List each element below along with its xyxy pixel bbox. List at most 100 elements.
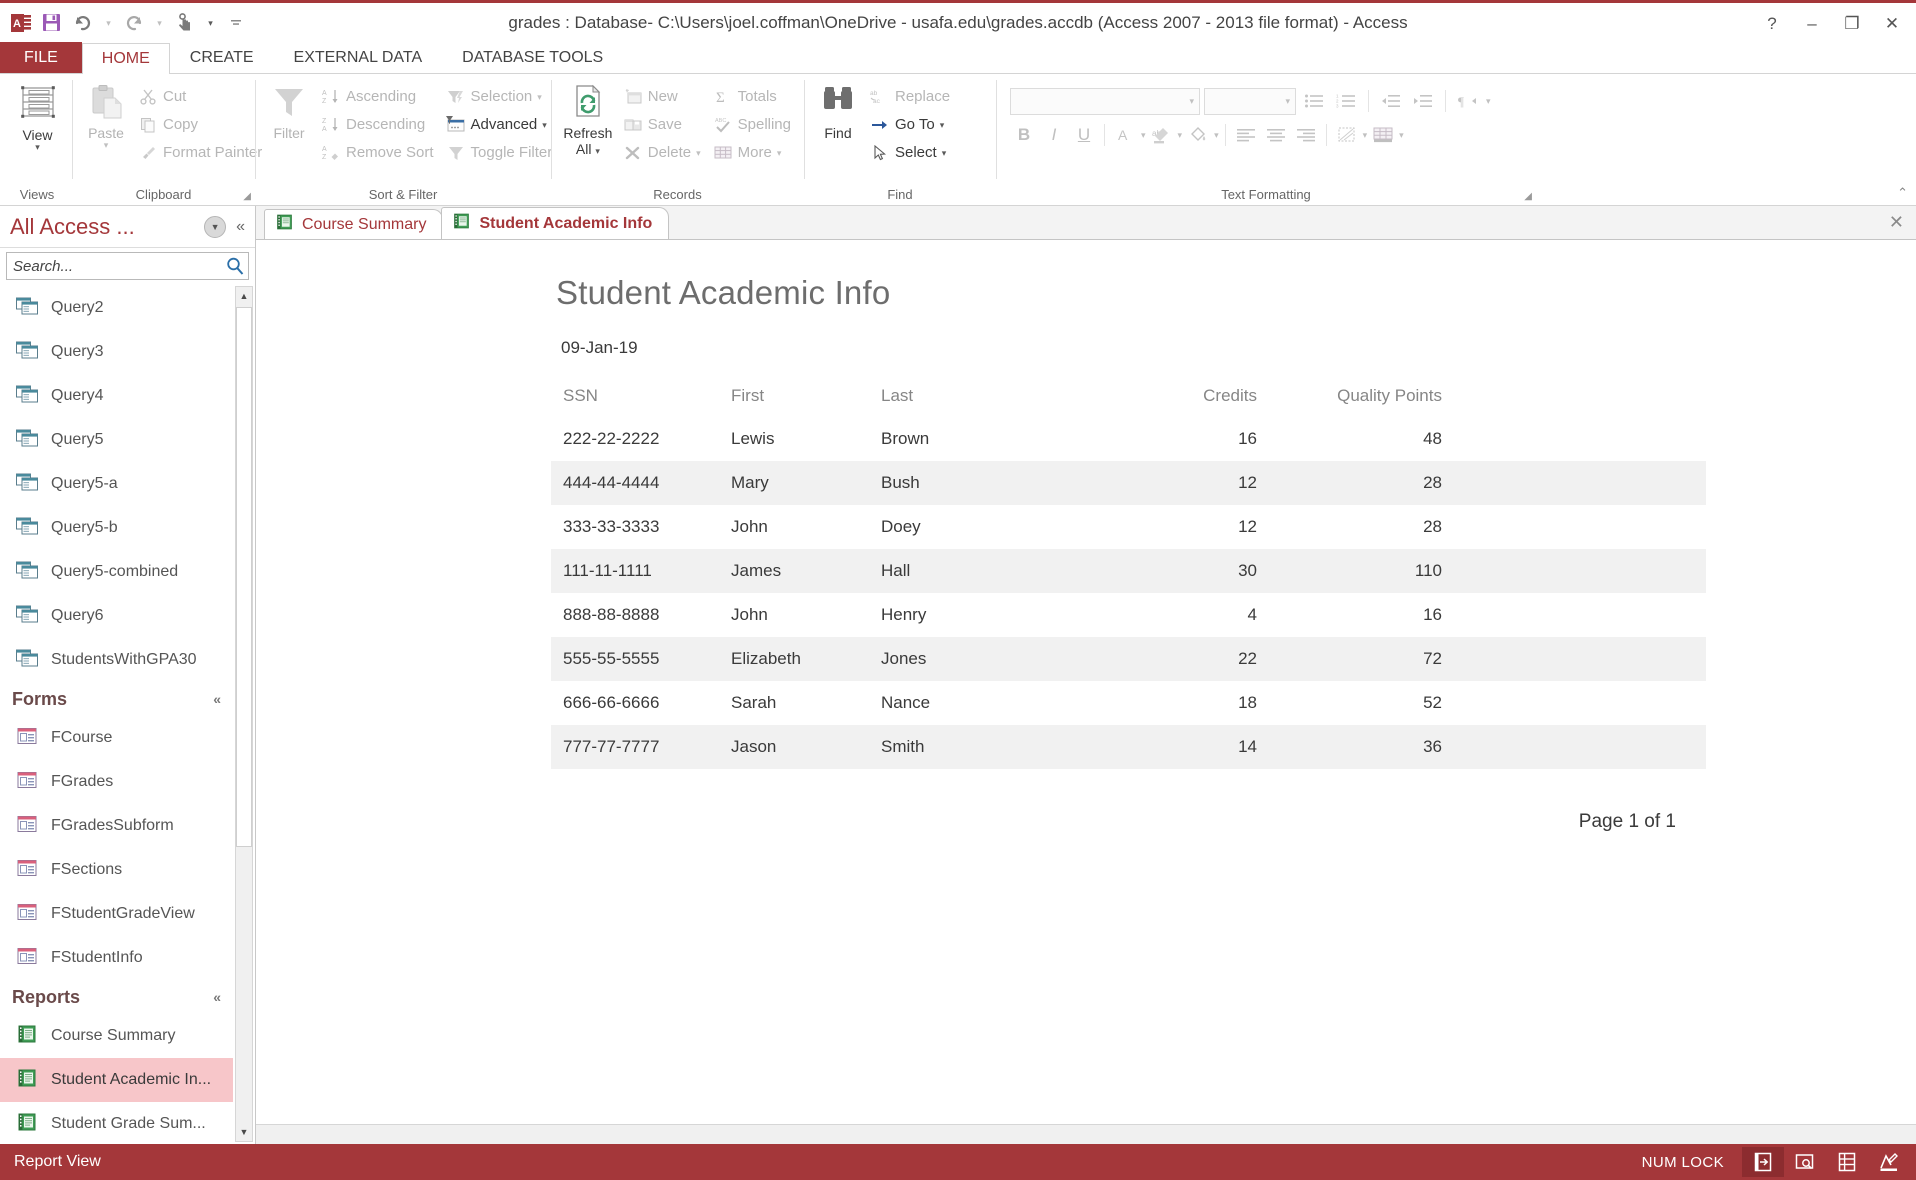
totals-button[interactable]: Σ Totals xyxy=(707,83,797,110)
chevron-down-circle-icon[interactable]: ▼ xyxy=(204,215,227,238)
scroll-down-button[interactable]: ▼ xyxy=(236,1123,252,1141)
design-view-icon[interactable] xyxy=(1868,1147,1910,1177)
view-dropdown-icon[interactable]: ▾ xyxy=(35,143,40,152)
toggle-filter-button[interactable]: Toggle Filter xyxy=(440,139,559,166)
remove-sort-button[interactable]: A Z Remove Sort xyxy=(315,139,440,166)
filter-button[interactable]: Filter xyxy=(263,80,315,141)
nav-item-student-academic-info[interactable]: Student Academic In... xyxy=(0,1058,233,1102)
delete-record-button[interactable]: Delete ▾ xyxy=(617,139,707,166)
nav-group-forms[interactable]: Forms « xyxy=(0,682,233,716)
layout-view-icon[interactable] xyxy=(1826,1147,1868,1177)
refresh-all-dropdown-icon[interactable]: ▾ xyxy=(595,146,600,156)
save-record-button[interactable]: Save xyxy=(617,111,707,138)
font-color-dropdown-icon[interactable]: ▾ xyxy=(1141,131,1146,140)
undo-dropdown-icon[interactable]: ▾ xyxy=(100,8,117,38)
tab-create[interactable]: CREATE xyxy=(170,42,274,73)
collapse-ribbon-button[interactable]: ⌃ xyxy=(1897,185,1908,201)
clipboard-dialog-launcher-icon[interactable]: ◢ xyxy=(243,191,251,202)
alternate-row-color-icon[interactable] xyxy=(1333,121,1361,149)
nav-item-query5-b[interactable]: Query5-b xyxy=(0,506,233,550)
tab-database-tools[interactable]: DATABASE TOOLS xyxy=(442,42,623,73)
redo-icon[interactable] xyxy=(119,8,149,38)
navigation-scrollbar[interactable]: ▲ ▼ xyxy=(235,286,253,1142)
more-dropdown-icon[interactable]: ▾ xyxy=(777,148,782,157)
nav-item-fgradessubform[interactable]: FGradesSubform xyxy=(0,804,233,848)
new-record-button[interactable]: New xyxy=(617,83,707,110)
align-left-icon[interactable] xyxy=(1232,121,1260,149)
font-size-dropdown-icon[interactable]: ▾ xyxy=(1285,97,1290,106)
chevron-up-icon[interactable]: « xyxy=(213,989,221,1005)
align-right-icon[interactable] xyxy=(1292,121,1320,149)
close-document-icon[interactable]: ✕ xyxy=(1889,212,1904,233)
nav-group-reports[interactable]: Reports « xyxy=(0,980,233,1014)
nav-item-fcourse[interactable]: FCourse xyxy=(0,716,233,760)
go-to-dropdown-icon[interactable]: ▾ xyxy=(940,120,945,129)
minimize-button[interactable]: – xyxy=(1792,7,1832,41)
tab-external-data[interactable]: EXTERNAL DATA xyxy=(274,42,443,73)
font-size-select[interactable]: ▾ xyxy=(1204,87,1296,115)
nav-item-fgrades[interactable]: FGrades xyxy=(0,760,233,804)
advanced-dropdown-icon[interactable]: ▾ xyxy=(542,120,547,129)
nav-item-student-grade-summary[interactable]: Student Grade Sum... xyxy=(0,1102,233,1144)
navigation-object-list[interactable]: Query2 Query3 Query4 Query5 Query5-a Que… xyxy=(0,284,255,1144)
text-direction-dropdown-icon[interactable]: ▾ xyxy=(1486,97,1491,106)
nav-item-query5-combined[interactable]: Query5-combined xyxy=(0,550,233,594)
tab-file[interactable]: FILE xyxy=(0,42,82,73)
nav-item-fstudentgradeview[interactable]: FStudentGradeView xyxy=(0,892,233,936)
nav-item-fstudentinfo[interactable]: FStudentInfo xyxy=(0,936,233,980)
save-icon[interactable] xyxy=(36,8,66,38)
bold-button[interactable]: B xyxy=(1010,121,1038,149)
text-formatting-dialog-launcher-icon[interactable]: ◢ xyxy=(1524,191,1532,202)
bullet-list-icon[interactable] xyxy=(1300,87,1328,115)
access-app-icon[interactable]: A xyxy=(8,10,34,36)
text-direction-icon[interactable]: ¶ xyxy=(1454,87,1482,115)
search-input[interactable] xyxy=(7,257,222,275)
nav-item-studentswithgpa30[interactable]: StudentsWithGPA30 xyxy=(0,638,233,682)
font-color-icon[interactable]: A xyxy=(1111,121,1139,149)
nav-item-query4[interactable]: Query4 xyxy=(0,374,233,418)
print-preview-icon[interactable] xyxy=(1784,1147,1826,1177)
delete-dropdown-icon[interactable]: ▾ xyxy=(696,148,701,157)
copy-button[interactable]: Copy xyxy=(132,111,268,138)
nav-item-query3[interactable]: Query3 xyxy=(0,330,233,374)
search-icon[interactable] xyxy=(222,256,248,276)
format-painter-button[interactable]: Format Painter xyxy=(132,139,268,166)
tab-home[interactable]: HOME xyxy=(81,43,170,74)
restore-button[interactable]: ❐ xyxy=(1832,7,1872,41)
chevron-up-icon[interactable]: « xyxy=(213,691,221,707)
nav-item-course-summary[interactable]: Course Summary xyxy=(0,1014,233,1058)
paste-button[interactable]: Paste ▾ xyxy=(80,80,132,150)
advanced-button[interactable]: Advanced ▾ xyxy=(440,111,559,138)
replace-button[interactable]: ab ac Replace xyxy=(864,83,956,110)
select-dropdown-icon[interactable]: ▾ xyxy=(942,148,947,157)
font-family-select[interactable]: ▾ xyxy=(1010,87,1200,115)
customize-qat-icon[interactable] xyxy=(221,8,251,38)
close-button[interactable]: ✕ xyxy=(1872,7,1912,41)
paste-dropdown-icon[interactable]: ▾ xyxy=(104,141,109,150)
selection-dropdown-icon[interactable]: ▾ xyxy=(537,92,542,101)
text-highlight-icon[interactable]: ab xyxy=(1148,121,1176,149)
font-family-dropdown-icon[interactable]: ▾ xyxy=(1189,97,1194,106)
scroll-up-button[interactable]: ▲ xyxy=(236,287,252,305)
nav-item-query6[interactable]: Query6 xyxy=(0,594,233,638)
scrollbar-thumb[interactable] xyxy=(236,307,252,847)
text-highlight-dropdown-icon[interactable]: ▾ xyxy=(1178,131,1183,140)
go-to-button[interactable]: Go To ▾ xyxy=(864,111,956,138)
select-button[interactable]: Select ▾ xyxy=(864,139,956,166)
align-center-icon[interactable] xyxy=(1262,121,1290,149)
increase-indent-icon[interactable] xyxy=(1409,87,1437,115)
gridlines-dropdown-icon[interactable]: ▾ xyxy=(1399,131,1404,140)
touch-mode-dropdown-icon[interactable]: ▾ xyxy=(202,8,219,38)
view-button[interactable]: View ▾ xyxy=(12,80,64,152)
redo-dropdown-icon[interactable]: ▾ xyxy=(151,8,168,38)
nav-item-fsections[interactable]: FSections xyxy=(0,848,233,892)
selection-button[interactable]: Selection ▾ xyxy=(440,83,559,110)
horizontal-scrollbar[interactable] xyxy=(256,1124,1916,1144)
doc-tab-student-academic-info[interactable]: Student Academic Info xyxy=(441,207,670,239)
numbered-list-icon[interactable]: 1 2 3 xyxy=(1332,87,1360,115)
gridlines-icon[interactable] xyxy=(1369,121,1397,149)
nav-item-query2[interactable]: Query2 xyxy=(0,286,233,330)
touch-mode-icon[interactable] xyxy=(170,8,200,38)
alternate-row-color-dropdown-icon[interactable]: ▾ xyxy=(1363,131,1368,140)
italic-button[interactable]: I xyxy=(1040,121,1068,149)
